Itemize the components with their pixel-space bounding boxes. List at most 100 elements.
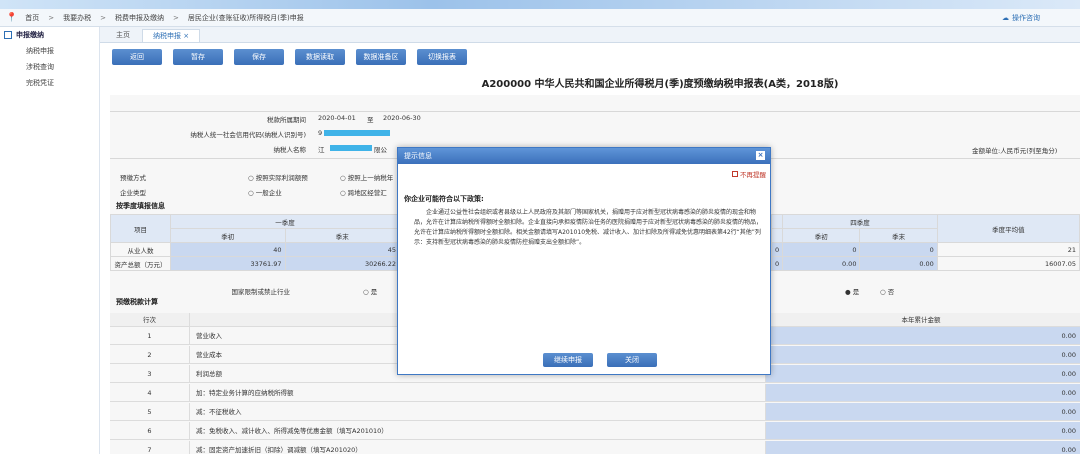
quarter-table-right: 四季度 季度平均值 季初 季末 0 0 0 21 0 0.00 0.00 160… <box>770 214 1080 271</box>
help-label: 操作咨询 <box>1012 14 1040 22</box>
breadcrumb-separator: > <box>48 13 55 22</box>
calc-row: 5 减：不征税收入 0.00 <box>110 403 1080 421</box>
cloud-icon: ☁ <box>1002 14 1009 22</box>
tab-tax-declare[interactable]: 纳税申报 × <box>142 29 201 42</box>
calc-row-amount[interactable]: 0.00 <box>766 441 1080 454</box>
calc-row-amount[interactable]: 0.00 <box>766 365 1080 382</box>
taxpayer-name-suffix: 限公 <box>374 146 387 154</box>
breadcrumb-separator: > <box>172 13 179 22</box>
q4-end-header: 季末 <box>859 228 938 243</box>
restricted-yes-option-right[interactable]: ● 是 <box>845 286 859 296</box>
option-text: 按照实际利润额预 <box>255 174 308 182</box>
sidebar: 申报缴纳 纳税申报 涉税查询 完税凭证 <box>0 27 100 454</box>
employees-avg: 21 <box>936 242 1080 257</box>
calc-row-no: 2 <box>110 346 190 363</box>
continue-declare-button[interactable]: 继续申报 <box>543 353 593 367</box>
breadcrumb-item-home[interactable]: 首页 <box>25 13 39 23</box>
dialog-body: 企业通过公益性社会组织或者县级以上人民政府及其部门等国家机关，捐赠用于应对新型冠… <box>414 209 763 246</box>
quarter-section-heading: 按季度填报信息 <box>116 202 165 210</box>
employees-q3-tail[interactable]: 0 <box>770 242 784 257</box>
checkbox-box <box>732 171 738 177</box>
form-title: A200000 中华人民共和国企业所得税月(季)度预缴纳税申报表(A类，2018… <box>481 79 839 90</box>
temp-save-button[interactable]: 暂存 <box>173 49 223 65</box>
save-button[interactable]: 保存 <box>234 49 284 65</box>
sidebar-section-declare[interactable]: 申报缴纳 <box>0 27 99 43</box>
no-remind-checkbox[interactable]: 不再提醒 <box>732 169 766 179</box>
calc-row-desc: 减：免税收入、减计收入、所得减免等优惠金额（填写A201010） <box>190 422 766 439</box>
read-data-button[interactable]: 数据读取 <box>295 49 345 65</box>
info-dialog: 提示信息 × 不再提醒 你企业可能符合以下政策: 企业通过公益性社会组织或者县级… <box>397 147 771 375</box>
redaction-bar <box>324 130 390 136</box>
breadcrumb: 📍 首页 > 我要办税 > 税费申报及缴纳 > 居民企业(查账征收)所得税月(季… <box>0 9 1080 27</box>
calc-row: 6 减：免税收入、减计收入、所得减免等优惠金额（填写A201010） 0.00 <box>110 422 1080 440</box>
assets-label: 资产总额（万元） <box>110 256 171 271</box>
avg-header: 季度平均值 <box>936 214 1080 243</box>
toolbar: 返回 暂存 保存 数据读取 数据准备区 切换报表 <box>112 49 467 65</box>
restricted-no-option-right[interactable]: ○ 否 <box>880 286 894 296</box>
option-text: 是 <box>370 288 378 296</box>
cumulative-header: 本年累计金额 <box>766 313 1080 326</box>
restricted-industry-label: 国家限制或禁止行业 <box>231 288 291 296</box>
breadcrumb-item-tax[interactable]: 我要办税 <box>63 13 91 23</box>
taxpayer-name-label: 纳税人名称 <box>273 146 307 154</box>
employees-q1-begin[interactable]: 40 <box>170 242 286 257</box>
calc-row: 4 加：特定业务计算的应纳税所得额 0.00 <box>110 384 1080 402</box>
switch-report-button[interactable]: 切换报表 <box>417 49 467 65</box>
quarter-table-left: 项目 一季度 季初 季末 从业人数 40 45 资产总额（万元） 33761.9… <box>110 214 400 271</box>
location-pin-icon: 📍 <box>6 12 18 23</box>
option-text: 是 <box>852 288 860 296</box>
assets-q3-tail[interactable]: 0 <box>770 256 784 271</box>
calc-row-amount[interactable]: 0.00 <box>766 422 1080 439</box>
no-remind-label: 不再提醒 <box>740 171 766 179</box>
assets-q4-begin[interactable]: 0.00 <box>782 256 861 271</box>
breadcrumb-item-current: 居民企业(查账征收)所得税月(季)申报 <box>187 13 304 22</box>
calc-row-no: 1 <box>110 327 190 344</box>
row-no-header: 行次 <box>110 313 190 326</box>
top-banner <box>0 0 1080 9</box>
period-start-value: 2020-04-01 <box>318 114 356 122</box>
calc-row-amount[interactable]: 0.00 <box>766 403 1080 420</box>
taxpayer-id-label: 纳税人统一社会信用代码(纳税人识别号) <box>190 131 306 139</box>
taxpayer-id-value: 9 <box>318 129 323 137</box>
employees-q1-end[interactable]: 45 <box>284 242 400 257</box>
calc-row-amount[interactable]: 0.00 <box>766 384 1080 401</box>
calc-row-amount[interactable]: 0.00 <box>766 327 1080 344</box>
sidebar-item-certificate[interactable]: 完税凭证 <box>0 75 99 91</box>
sidebar-item-tax-declare[interactable]: 纳税申报 <box>0 43 99 59</box>
employees-q4-end[interactable]: 0 <box>859 242 938 257</box>
enterprise-type-option-1[interactable]: ○ 一般企业 <box>248 187 282 197</box>
assets-q1-end[interactable]: 30266.22 <box>284 256 400 271</box>
back-button[interactable]: 返回 <box>112 49 162 65</box>
assets-q4-end[interactable]: 0.00 <box>859 256 938 271</box>
assets-q1-begin[interactable]: 33761.97 <box>170 256 286 271</box>
enterprise-type-label: 企业类型 <box>120 189 146 197</box>
dialog-buttons: 继续申报 关闭 <box>398 353 772 367</box>
breadcrumb-item-declare[interactable]: 税费申报及缴纳 <box>115 13 164 23</box>
data-prep-button[interactable]: 数据准备区 <box>356 49 406 65</box>
period-end-value: 2020-06-30 <box>383 114 421 122</box>
q1-begin-header: 季初 <box>170 228 286 243</box>
close-icon[interactable]: × <box>756 151 765 160</box>
divider <box>110 111 1080 112</box>
help-link[interactable]: ☁ 操作咨询 <box>1002 13 1040 23</box>
calc-row-desc: 加：特定业务计算的应纳税所得额 <box>190 384 766 401</box>
employees-q4-begin[interactable]: 0 <box>782 242 861 257</box>
calc-section-heading: 预缴税款计算 <box>116 298 158 306</box>
calc-row-no: 5 <box>110 403 190 420</box>
enterprise-type-option-2[interactable]: ○ 跨地区经营汇 <box>340 187 387 197</box>
sidebar-item-query[interactable]: 涉税查询 <box>0 59 99 75</box>
option-text: 按照上一纳税年 <box>347 174 394 182</box>
prepay-method-label: 预缴方式 <box>120 174 146 182</box>
q4-header: 四季度 <box>782 214 938 229</box>
calc-row-amount[interactable]: 0.00 <box>766 346 1080 363</box>
restricted-yes-option[interactable]: ○ 是 <box>363 286 377 296</box>
taxpayer-name-value: 江 <box>318 146 325 154</box>
prepay-method-option-1[interactable]: ○ 按照实际利润额预 <box>248 172 308 182</box>
calc-row-desc: 减：不征税收入 <box>190 403 766 420</box>
assets-avg: 16007.05 <box>936 256 1080 271</box>
prepay-method-option-2[interactable]: ○ 按照上一纳税年 <box>340 172 393 182</box>
dialog-close-button[interactable]: 关闭 <box>607 353 657 367</box>
calc-row-no: 6 <box>110 422 190 439</box>
dialog-title: 提示信息 <box>404 152 432 160</box>
tab-home[interactable]: 主页 <box>106 29 140 42</box>
